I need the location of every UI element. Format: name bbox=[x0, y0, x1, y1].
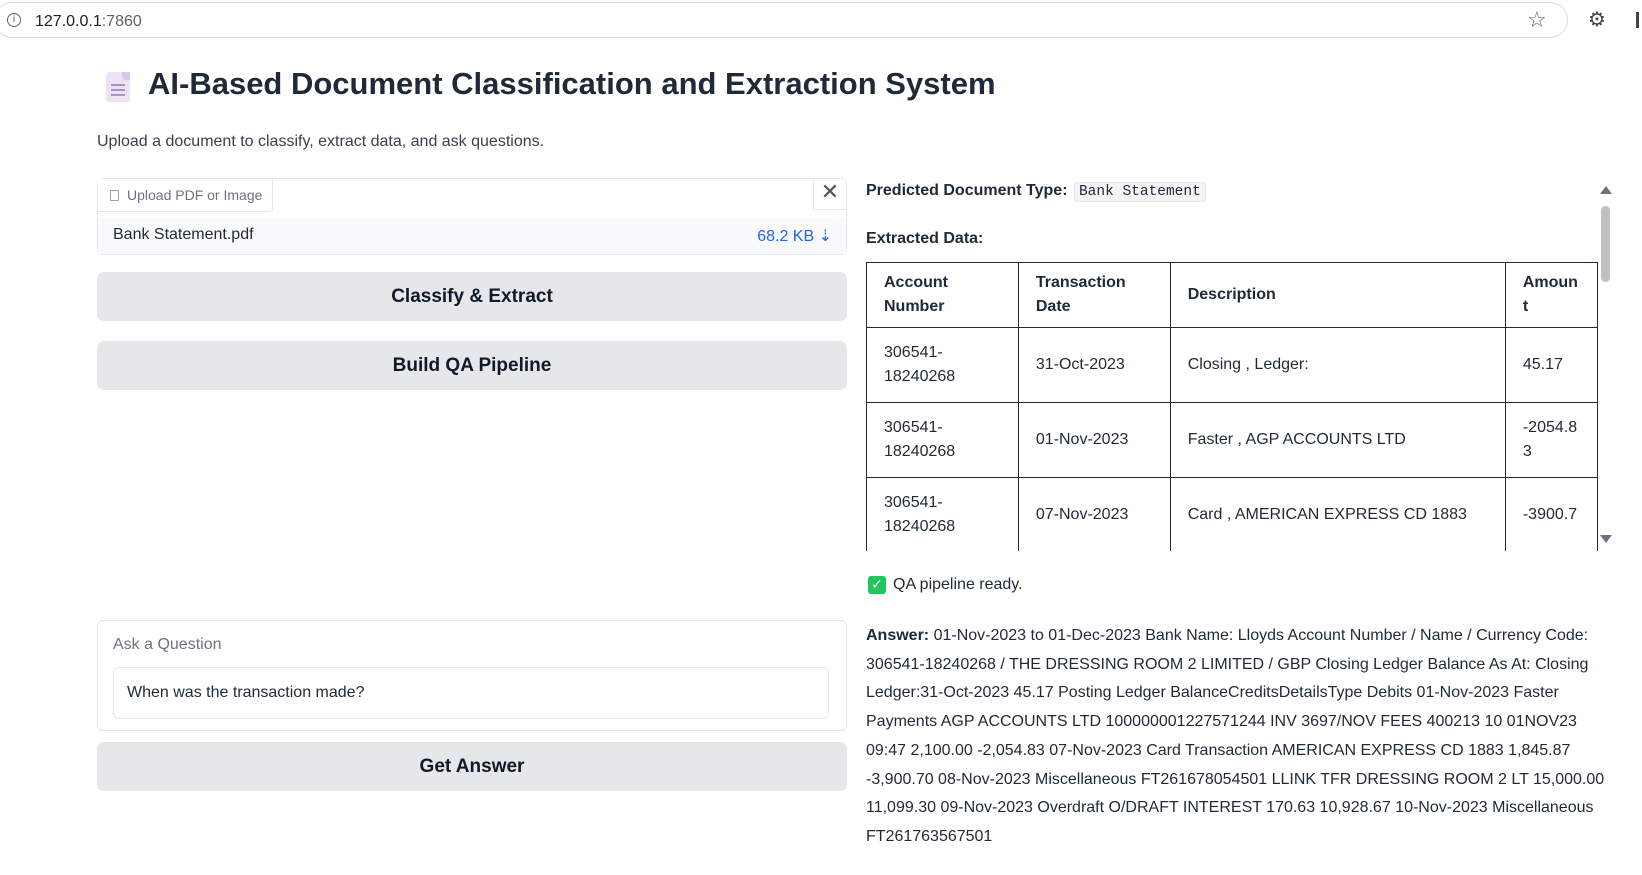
table-row: 306541- 18240268 31-Oct-2023 Closing , L… bbox=[866, 327, 1598, 403]
question-input[interactable]: When was the transaction made? bbox=[113, 667, 829, 719]
answer-label: Answer: bbox=[866, 627, 930, 644]
table-cell: 31-Oct-2023 bbox=[1017, 327, 1171, 403]
column-header: Transaction Date bbox=[1017, 262, 1171, 328]
table-cell: Closing , Ledger: bbox=[1169, 327, 1506, 403]
table-cell: -3900.7 bbox=[1504, 477, 1598, 551]
scroll-up-arrow-icon[interactable] bbox=[1600, 186, 1612, 194]
table-cell: 306541- 18240268 bbox=[866, 477, 1019, 551]
column-header: Description bbox=[1169, 262, 1506, 328]
upload-label-text: Upload PDF or Image bbox=[127, 187, 263, 203]
column-header: Amoun t bbox=[1504, 262, 1598, 328]
url-text[interactable]: 127.0.0.1:7860 bbox=[35, 13, 142, 31]
table-cell: 45.17 bbox=[1504, 327, 1598, 403]
upload-label: Upload PDF or Image bbox=[98, 179, 274, 212]
table-cell: 01-Nov-2023 bbox=[1017, 402, 1171, 478]
extracted-data-table: Account Number Transaction Date Descript… bbox=[866, 262, 1598, 551]
build-qa-pipeline-button[interactable]: Build QA Pipeline bbox=[97, 341, 847, 390]
file-upload[interactable]: Upload PDF or Image ✕ Bank Statement.pdf… bbox=[97, 178, 847, 255]
menu-edge-icon[interactable] bbox=[1636, 12, 1639, 28]
predicted-type-label: Predicted Document Type: bbox=[866, 182, 1068, 199]
qa-status: ✓ QA pipeline ready. bbox=[868, 576, 1023, 594]
check-mark-icon: ✓ bbox=[868, 576, 886, 594]
table-cell: 306541- 18240268 bbox=[866, 402, 1019, 478]
table-row: 306541- 18240268 01-Nov-2023 Faster , AG… bbox=[866, 402, 1598, 478]
table-cell: 07-Nov-2023 bbox=[1017, 477, 1171, 551]
clear-file-button[interactable]: ✕ bbox=[813, 179, 846, 210]
scroll-down-arrow-icon[interactable] bbox=[1600, 535, 1612, 543]
file-download-link[interactable]: 68.2 KB ⇣ bbox=[757, 226, 832, 246]
extensions-puzzle-icon[interactable]: ⚙ bbox=[1588, 7, 1606, 31]
extracted-table-container[interactable]: Account Number Transaction Date Descript… bbox=[866, 262, 1598, 551]
answer-text: 01-Nov-2023 to 01-Dec-2023 Bank Name: Ll… bbox=[866, 627, 1605, 845]
question-block: Ask a Question When was the transaction … bbox=[97, 620, 847, 731]
site-info-icon[interactable]: i bbox=[7, 13, 21, 27]
answer-output: Answer: 01-Nov-2023 to 01-Dec-2023 Bank … bbox=[866, 622, 1616, 852]
get-answer-button[interactable]: Get Answer bbox=[97, 742, 847, 791]
url-host: 127.0.0.1 bbox=[35, 13, 102, 30]
table-row: 306541- 18240268 07-Nov-2023 Card , AMER… bbox=[866, 477, 1598, 551]
extracted-data-label: Extracted Data: bbox=[866, 230, 984, 247]
table-cell: -2054.8 3 bbox=[1504, 402, 1598, 478]
question-label: Ask a Question bbox=[113, 636, 222, 653]
file-name: Bank Statement.pdf bbox=[113, 226, 254, 243]
browser-toolbar: i 127.0.0.1:7860 ☆ ⚙ bbox=[0, 0, 1642, 44]
document-icon bbox=[106, 72, 130, 102]
table-cell: 306541- 18240268 bbox=[866, 327, 1019, 403]
document-icon-line bbox=[111, 89, 125, 91]
predicted-type-value: Bank Statement bbox=[1073, 182, 1206, 202]
uploaded-file-row: Bank Statement.pdf 68.2 KB ⇣ bbox=[98, 218, 846, 254]
table-cell: Faster , AGP ACCOUNTS LTD bbox=[1169, 402, 1506, 478]
classify-extract-button[interactable]: Classify & Extract bbox=[97, 272, 847, 321]
table-header-row: Account Number Transaction Date Descript… bbox=[866, 262, 1598, 328]
table-cell: Card , AMERICAN EXPRESS CD 1883 bbox=[1169, 477, 1506, 551]
url-port: :7860 bbox=[101, 13, 142, 30]
document-icon-line bbox=[111, 94, 125, 96]
table-scrollbar-thumb[interactable] bbox=[1601, 206, 1610, 282]
document-icon-line bbox=[111, 84, 125, 86]
page-title: AI-Based Document Classification and Ext… bbox=[148, 66, 996, 101]
page-subtitle: Upload a document to classify, extract d… bbox=[97, 133, 545, 150]
predicted-type-line: Predicted Document Type: Bank Statement bbox=[866, 182, 1206, 202]
file-icon bbox=[110, 189, 119, 201]
qa-status-text: QA pipeline ready. bbox=[893, 576, 1023, 593]
bookmark-star-icon[interactable]: ☆ bbox=[1527, 8, 1547, 33]
column-header: Account Number bbox=[866, 262, 1019, 328]
address-bar[interactable]: i 127.0.0.1:7860 ☆ bbox=[0, 2, 1568, 38]
